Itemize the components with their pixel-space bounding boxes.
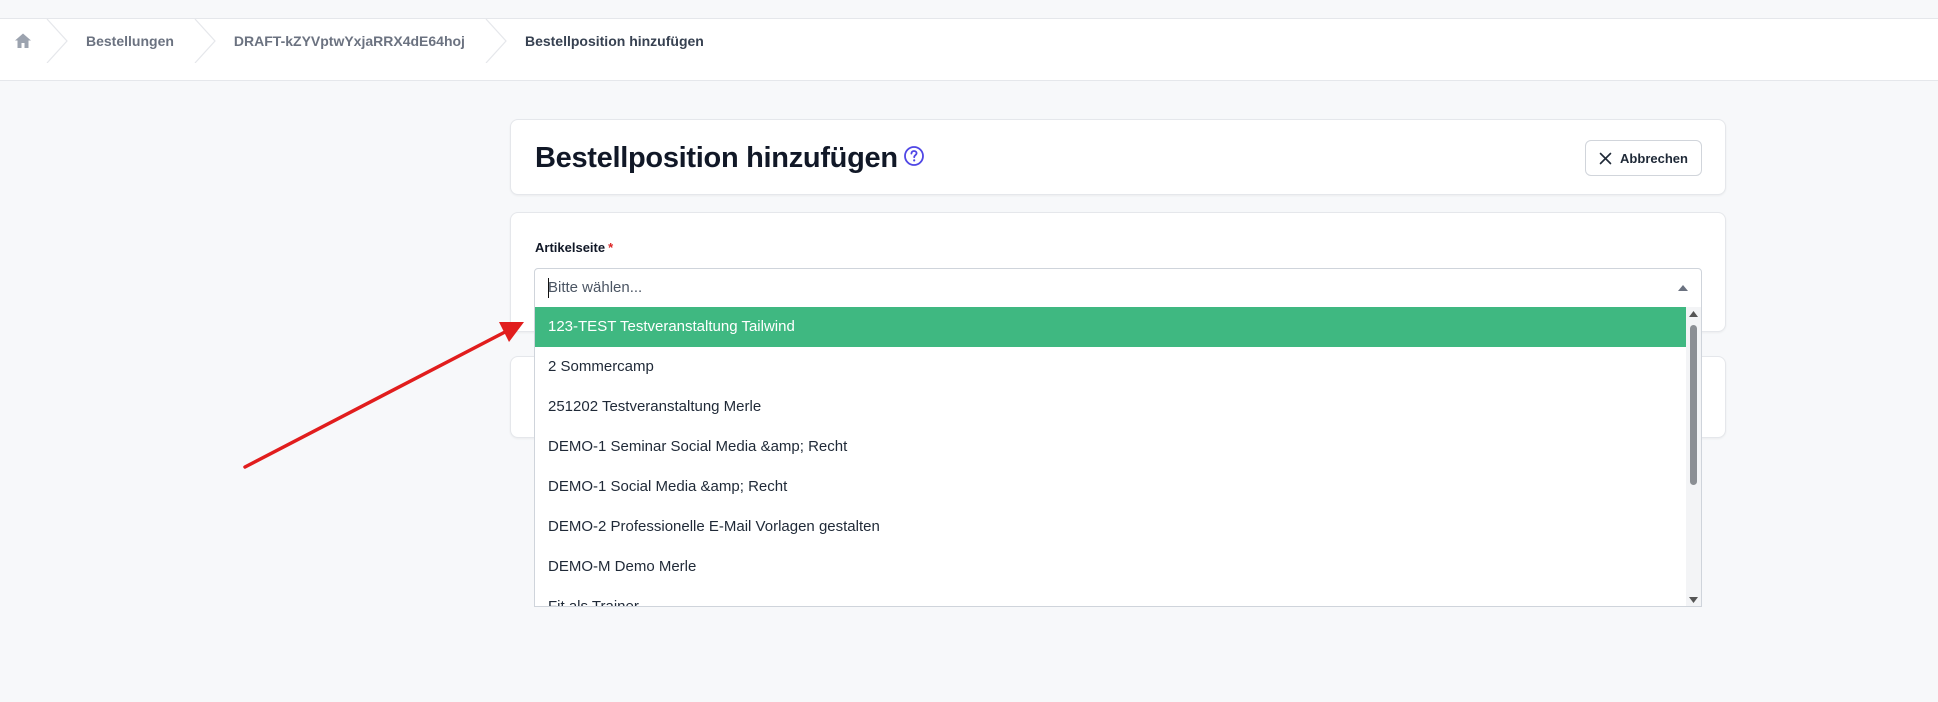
breadcrumb-home[interactable]: [0, 19, 46, 63]
breadcrumb-separator: [46, 19, 68, 63]
breadcrumb-item-bestellungen[interactable]: Bestellungen: [68, 19, 194, 63]
page-header-card: Bestellposition hinzufügen Abbrechen: [510, 119, 1726, 195]
breadcrumb: Bestellungen DRAFT-kZYVptwYxjaRRX4dE64ho…: [0, 19, 724, 63]
scroll-down-icon[interactable]: [1689, 597, 1698, 603]
dropdown-option[interactable]: 2 Sommercamp: [535, 347, 1687, 387]
breadcrumb-item-draft[interactable]: DRAFT-kZYVptwYxjaRRX4dE64hoj: [216, 19, 485, 63]
select-placeholder: Bitte wählen...: [548, 279, 643, 296]
dropdown-option[interactable]: DEMO-1 Seminar Social Media &amp; Recht: [535, 427, 1687, 467]
dropdown-option[interactable]: 251202 Testveranstaltung Merle: [535, 387, 1687, 427]
home-icon: [15, 33, 31, 48]
select-dropdown-list[interactable]: 123-TEST Testveranstaltung Tailwind 2 So…: [534, 307, 1702, 607]
scrollbar-thumb[interactable]: [1690, 325, 1697, 485]
dropdown-option[interactable]: DEMO-1 Social Media &amp; Recht: [535, 467, 1687, 507]
cancel-button[interactable]: Abbrechen: [1585, 140, 1702, 176]
cancel-button-label: Abbrechen: [1620, 150, 1688, 166]
page-title: Bestellposition hinzufügen: [535, 142, 898, 174]
dropdown-option[interactable]: DEMO-M Demo Merle: [535, 547, 1687, 587]
dropdown-option[interactable]: Fit als Trainer: [535, 587, 1687, 606]
help-circle-icon[interactable]: [903, 145, 925, 167]
breadcrumb-separator: [194, 19, 216, 63]
dropdown-scrollbar[interactable]: [1686, 307, 1701, 606]
artikelseite-select[interactable]: Bitte wählen...: [534, 268, 1702, 308]
caret-up-icon[interactable]: [1678, 285, 1688, 291]
field-label-text: Artikelseite: [535, 240, 606, 255]
breadcrumb-bar: Bestellungen DRAFT-kZYVptwYxjaRRX4dE64ho…: [0, 18, 1938, 81]
breadcrumb-separator: [485, 19, 507, 63]
field-label-artikelseite: Artikelseite *: [535, 240, 613, 255]
breadcrumb-item-current: Bestellposition hinzufügen: [524, 33, 704, 49]
required-marker: *: [608, 240, 614, 255]
scroll-up-icon[interactable]: [1689, 311, 1698, 317]
close-icon: [1599, 152, 1612, 164]
dropdown-option[interactable]: DEMO-2 Professionelle E-Mail Vorlagen ge…: [535, 507, 1687, 547]
dropdown-option[interactable]: 123-TEST Testveranstaltung Tailwind: [535, 307, 1687, 347]
